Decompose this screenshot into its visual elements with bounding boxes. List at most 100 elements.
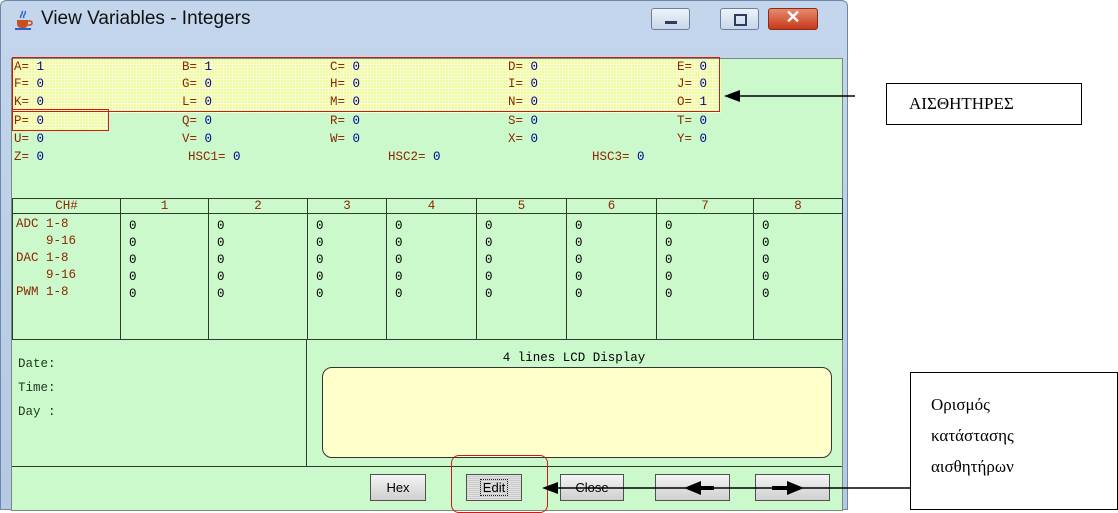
annotation-setting: Ορισμός κατάστασης αισθητήρων <box>910 372 1118 510</box>
window-title: View Variables - Integers <box>41 8 251 29</box>
channel-column-5: 0 0 0 0 0 <box>476 213 567 340</box>
channel-value: 0 <box>485 270 493 284</box>
channel-column-1: 0 0 0 0 0 <box>120 213 209 340</box>
variable-name: T= <box>677 114 693 128</box>
channel-value: 0 <box>762 270 770 284</box>
channel-value: 0 <box>485 236 493 250</box>
channel-column-4: 0 0 0 0 0 <box>386 213 477 340</box>
sensor-p-outline <box>12 109 109 131</box>
annotation-sensors: ΑΙΣΘΗΤΗΡΕΣ <box>886 83 1082 125</box>
channel-value: 0 <box>395 236 403 250</box>
channel-header-cell: CH# <box>12 198 121 214</box>
channel-header-cell: 8 <box>753 198 843 214</box>
close-icon: ✕ <box>785 7 801 27</box>
channel-header-row: CH# 1 2 3 4 5 6 7 8 <box>12 198 843 214</box>
variable-name: V= <box>182 132 198 146</box>
channel-column-2: 0 0 0 0 0 <box>208 213 308 340</box>
channel-value: 0 <box>665 219 673 233</box>
channel-value: 0 <box>217 270 225 284</box>
variable-value: 0 <box>699 132 708 146</box>
channel-value: 0 <box>395 219 403 233</box>
variable-value: 0 <box>699 114 708 128</box>
variable-name: R= <box>330 114 346 128</box>
channel-value: 0 <box>217 236 225 250</box>
date-label: Date: <box>18 357 56 371</box>
channel-row-labels: ADC 1-8 9-16 DAC 1-8 9-16 PWM 1-8 <box>12 213 121 340</box>
channel-value: 0 <box>762 236 770 250</box>
next-button[interactable] <box>755 474 830 501</box>
variable-18: R= 0 <box>330 114 360 128</box>
channel-row-label: 9-16 <box>16 234 77 248</box>
close-button[interactable]: Close <box>560 474 624 501</box>
channel-column-6: 0 0 0 0 0 <box>566 213 657 340</box>
variable-24: X= 0 <box>508 132 538 146</box>
sensors-outline <box>12 57 720 112</box>
channel-values-row: ADC 1-8 9-16 DAC 1-8 9-16 PWM 1-8 00000000… <box>12 213 843 340</box>
variable-value: 0 <box>352 114 361 128</box>
channel-value: 0 <box>217 287 225 301</box>
time-label: Time: <box>18 381 56 395</box>
java-coffee-cup-icon <box>15 10 33 30</box>
channel-value: 0 <box>129 253 137 267</box>
variable-25: Y= 0 <box>677 132 707 146</box>
maximize-button[interactable] <box>720 8 759 30</box>
channel-value: 0 <box>395 270 403 284</box>
channel-value: 0 <box>575 287 583 301</box>
variable-value: 0 <box>233 150 241 164</box>
variable-name: U= <box>14 132 30 146</box>
variable-value: 0 <box>36 150 45 164</box>
variable-22: V= 0 <box>182 132 212 146</box>
close-window-button[interactable]: ✕ <box>768 7 818 30</box>
channel-value: 0 <box>395 287 403 301</box>
variable-name: Y= <box>677 132 693 146</box>
channel-value: 0 <box>485 287 493 301</box>
variable-value: 0 <box>433 150 441 164</box>
variable-value: 0 <box>36 132 45 146</box>
channel-value: 0 <box>316 270 324 284</box>
channel-value: 0 <box>575 236 583 250</box>
client-area: A= 1 B= 1 C= 0 D= 0 E= 0 F= 0 G= 0 H= 0 I= 0 J= 0… <box>11 58 843 511</box>
channel-value: 0 <box>316 287 324 301</box>
channel-row-label: 9-16 <box>16 268 77 282</box>
variable-name: HSC3= <box>592 150 630 164</box>
variable-name: W= <box>330 132 346 146</box>
hex-button[interactable]: Hex <box>370 474 426 501</box>
channel-row-label: DAC 1-8 <box>16 251 69 265</box>
channel-value: 0 <box>665 270 673 284</box>
lcd-title: 4 lines LCD Display <box>502 351 646 365</box>
variable-value: 0 <box>530 132 539 146</box>
channel-value: 0 <box>485 219 493 233</box>
channel-value: 0 <box>665 253 673 267</box>
variable-27: HSC1= 0 <box>188 150 241 164</box>
variable-name: S= <box>508 114 524 128</box>
date-time-panel: Date: Time: Day : <box>12 340 307 467</box>
variable-19: S= 0 <box>508 114 538 128</box>
channel-table: CH# 1 2 3 4 5 6 7 8 ADC 1-8 9-16 DAC 1-8 9-16 PWM … <box>12 198 843 340</box>
hex-button-label: Hex <box>386 480 410 495</box>
channel-header-cell: 7 <box>656 198 754 214</box>
variable-value: 0 <box>530 114 539 128</box>
variable-name: Q= <box>182 114 198 128</box>
variable-value: 0 <box>352 132 361 146</box>
variable-17: Q= 0 <box>182 114 212 128</box>
title-bar[interactable]: View Variables - Integers ✕ <box>1 1 847 38</box>
channel-value: 0 <box>762 253 770 267</box>
minimize-button[interactable] <box>651 8 690 30</box>
variable-value: 0 <box>204 132 213 146</box>
channel-value: 0 <box>129 219 137 233</box>
channel-value: 0 <box>575 219 583 233</box>
channel-value: 0 <box>217 253 225 267</box>
channel-value: 0 <box>485 253 493 267</box>
previous-button[interactable] <box>655 474 730 501</box>
variable-29: HSC3= 0 <box>592 150 645 164</box>
annotation-setting-line-3: αισθητήρων <box>931 457 1014 476</box>
variable-20: T= 0 <box>677 114 707 128</box>
channel-value: 0 <box>395 253 403 267</box>
channel-row-label: ADC 1-8 <box>16 217 69 231</box>
variable-23: W= 0 <box>330 132 360 146</box>
channel-header-cell: 4 <box>386 198 477 214</box>
channel-column-8: 0 0 0 0 0 <box>753 213 843 340</box>
channel-value: 0 <box>129 287 137 301</box>
channel-value: 0 <box>217 219 225 233</box>
channel-column-3: 0 0 0 0 0 <box>307 213 387 340</box>
